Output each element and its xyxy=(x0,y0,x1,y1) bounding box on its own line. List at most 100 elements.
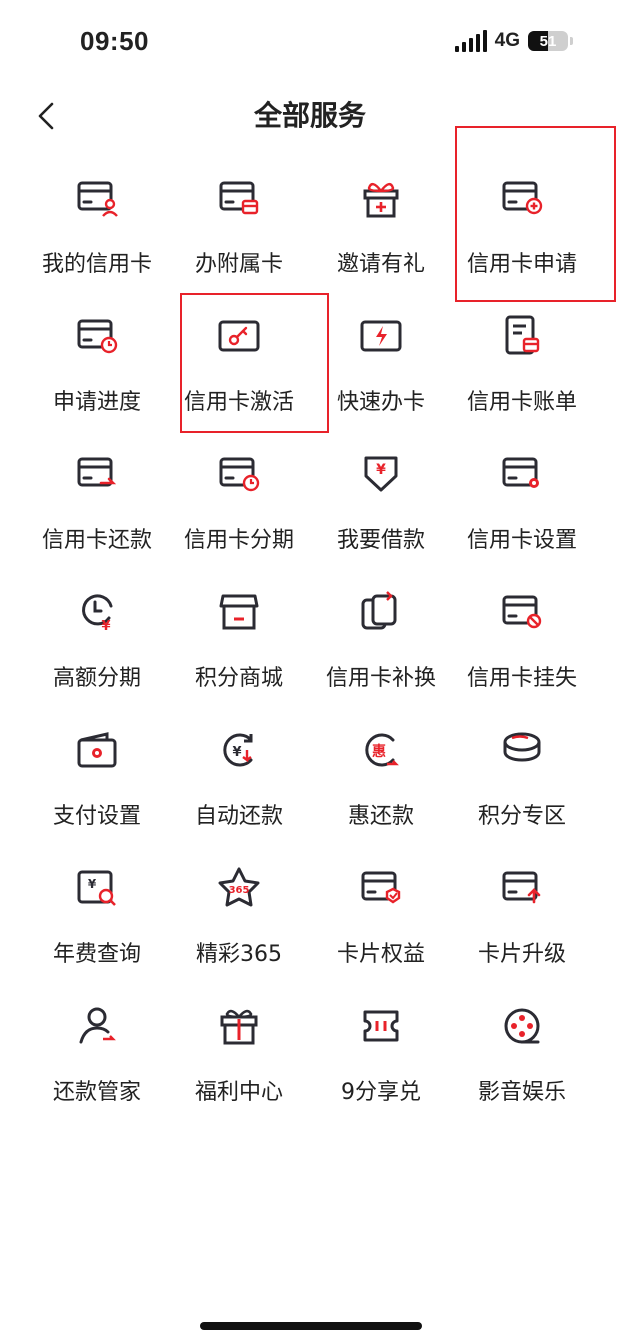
svg-text:¥: ¥ xyxy=(376,462,386,478)
service-label: 积分商城 xyxy=(194,666,283,691)
status-indicators: 4G 51 xyxy=(454,30,573,52)
service-label: 邀请有礼 xyxy=(336,252,425,277)
card-gear-icon xyxy=(502,457,539,488)
yuan-shield-icon: ¥ xyxy=(364,456,398,492)
service-label: 快速办卡 xyxy=(336,390,425,415)
svg-text:¥: ¥ xyxy=(88,877,97,891)
service-label: 信用卡补换 xyxy=(325,666,436,691)
service-label: 支付设置 xyxy=(52,804,141,829)
signal-icon xyxy=(454,30,487,52)
card-key-icon xyxy=(218,320,260,352)
service-label: 信用卡账单 xyxy=(466,390,577,415)
service-label: 办附属卡 xyxy=(194,252,283,277)
service-item[interactable]: ¥ 我要借款 xyxy=(306,436,456,566)
store-icon xyxy=(219,594,259,630)
status-time: 09:50 xyxy=(80,26,149,56)
service-label: 高额分期 xyxy=(52,666,141,691)
hui-repay-icon: 惠 xyxy=(365,733,399,767)
service-item[interactable]: 积分专区 xyxy=(447,712,597,842)
card-lightning-icon xyxy=(360,320,402,352)
coins-icon xyxy=(503,732,541,762)
service-item[interactable]: 信用卡补换 xyxy=(306,574,456,704)
service-item[interactable]: 还款管家 xyxy=(22,988,172,1118)
card-sub-icon xyxy=(219,181,259,215)
ticket-icon xyxy=(363,1010,399,1042)
card-progress-icon xyxy=(77,319,118,354)
auto-repay-icon: ¥ xyxy=(223,733,253,767)
card-block-icon xyxy=(502,595,542,629)
service-item[interactable]: 9分享兑 xyxy=(306,988,456,1118)
service-item[interactable]: 信用卡挂失 xyxy=(447,574,597,704)
card-add-icon xyxy=(502,181,543,215)
service-label: 信用卡激活 xyxy=(183,390,294,415)
service-item[interactable]: 信用卡申请 xyxy=(447,160,597,290)
svg-text:惠: 惠 xyxy=(372,743,386,760)
battery-icon: 51 xyxy=(528,31,573,51)
page-title: 全部服务 xyxy=(253,99,366,132)
status-bar: 09:50 4G 51 xyxy=(0,0,620,84)
person-repay-icon xyxy=(79,1007,116,1044)
service-label: 我要借款 xyxy=(336,528,425,553)
card-user-icon xyxy=(77,181,118,217)
service-label: 影音娱乐 xyxy=(477,1080,566,1105)
service-label: 9分享兑 xyxy=(341,1080,421,1105)
service-item[interactable]: 申请进度 xyxy=(22,298,172,428)
service-label: 福利中心 xyxy=(194,1080,283,1105)
wallet-gear-icon xyxy=(77,732,117,768)
card-badge-icon xyxy=(361,871,401,904)
service-label: 积分专区 xyxy=(477,804,566,829)
fee-search-icon: ¥ xyxy=(77,870,116,906)
service-item[interactable]: 快速办卡 xyxy=(306,298,456,428)
card-clock-icon xyxy=(219,457,260,492)
gift-box-icon xyxy=(363,183,399,218)
service-label: 精彩365 xyxy=(196,942,282,967)
service-item[interactable]: 影音娱乐 xyxy=(447,988,597,1118)
service-item[interactable]: 365 精彩365 xyxy=(164,850,314,980)
service-item[interactable]: 我的信用卡 xyxy=(22,160,172,290)
star-365-icon: 365 xyxy=(218,867,260,907)
service-item[interactable]: 卡片升级 xyxy=(447,850,597,980)
bill-icon xyxy=(505,315,540,355)
service-item[interactable]: 支付设置 xyxy=(22,712,172,842)
service-item[interactable]: ¥ 高额分期 xyxy=(22,574,172,704)
service-label: 卡片权益 xyxy=(336,942,425,967)
card-upgrade-icon xyxy=(502,871,541,904)
gift-icon xyxy=(220,1009,258,1045)
svg-text:365: 365 xyxy=(229,885,250,896)
service-item[interactable]: 信用卡激活 xyxy=(164,298,314,428)
service-item[interactable]: 卡片权益 xyxy=(306,850,456,980)
home-indicator xyxy=(200,1322,422,1330)
service-label: 信用卡设置 xyxy=(466,528,577,553)
service-item[interactable]: 惠惠还款 xyxy=(306,712,456,842)
service-item[interactable]: ¥ 年费查询 xyxy=(22,850,172,980)
service-item[interactable]: 积分商城 xyxy=(164,574,314,704)
card-swap-icon xyxy=(361,591,397,630)
service-item[interactable]: 信用卡设置 xyxy=(447,436,597,566)
service-item[interactable]: ¥ 自动还款 xyxy=(164,712,314,842)
service-item[interactable]: 福利中心 xyxy=(164,988,314,1118)
service-item[interactable]: 信用卡账单 xyxy=(447,298,597,428)
clock-yuan-icon: ¥ xyxy=(82,594,113,634)
film-reel-icon xyxy=(504,1008,540,1044)
service-label: 信用卡申请 xyxy=(466,252,577,277)
service-label: 卡片升级 xyxy=(477,942,566,967)
svg-text:¥: ¥ xyxy=(232,745,241,760)
service-item[interactable]: 信用卡还款 xyxy=(22,436,172,566)
service-label: 申请进度 xyxy=(52,390,141,415)
service-label: 年费查询 xyxy=(52,942,141,967)
card-repay-icon xyxy=(77,457,117,487)
service-item[interactable]: 信用卡分期 xyxy=(164,436,314,566)
nav-bar: 全部服务 xyxy=(0,84,620,144)
service-item[interactable]: 邀请有礼 xyxy=(306,160,456,290)
service-label: 信用卡分期 xyxy=(183,528,294,553)
service-label: 惠还款 xyxy=(347,804,414,829)
service-label: 信用卡挂失 xyxy=(466,666,577,691)
service-label: 信用卡还款 xyxy=(41,528,152,553)
service-label: 还款管家 xyxy=(52,1080,141,1105)
service-label: 自动还款 xyxy=(194,804,283,829)
network-type: 4G xyxy=(494,30,520,51)
battery-level: 51 xyxy=(539,32,557,50)
service-item[interactable]: 办附属卡 xyxy=(164,160,314,290)
service-label: 我的信用卡 xyxy=(41,252,152,277)
svg-text:¥: ¥ xyxy=(101,619,110,634)
